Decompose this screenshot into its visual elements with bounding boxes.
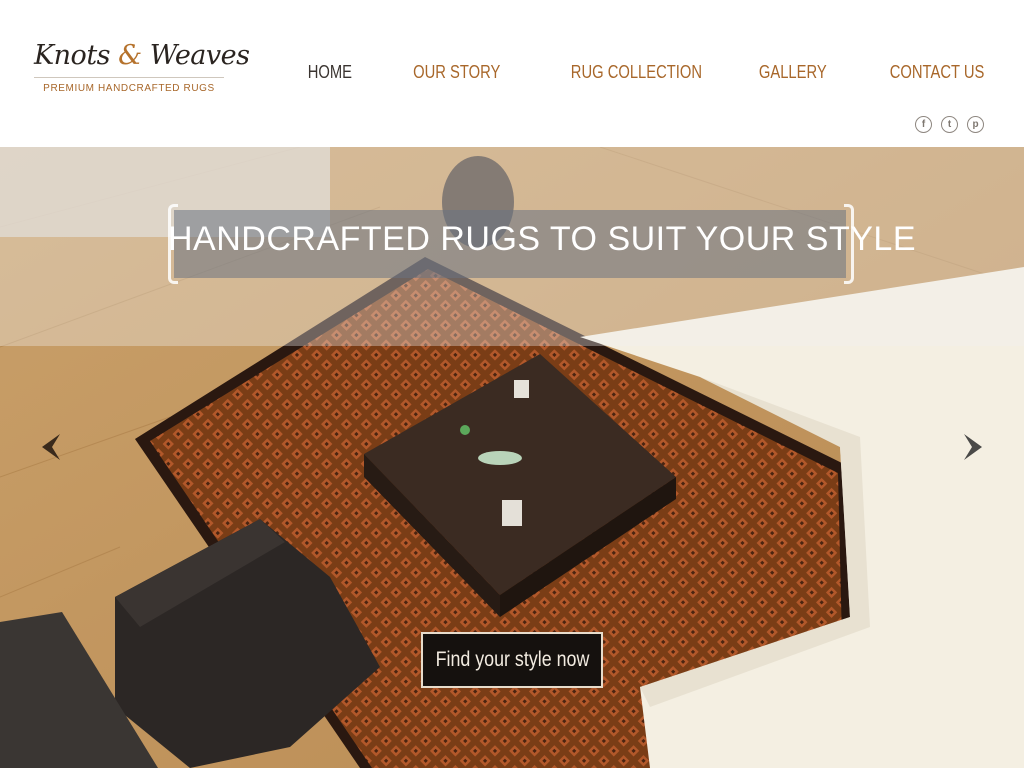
logo-wordmark: Knots & Weaves	[34, 40, 250, 71]
facebook-icon[interactable]: f	[915, 116, 932, 133]
table-ornament	[478, 451, 522, 465]
table-leaf	[460, 425, 470, 435]
nav-item-our-story[interactable]: OUR STORY	[413, 62, 500, 83]
nav-item-rug-collection[interactable]: RUG COLLECTION	[571, 62, 702, 83]
site-header: Knots & Weaves PREMIUM HANDCRAFTED RUGS …	[0, 0, 1024, 147]
logo-tagline: PREMIUM HANDCRAFTED RUGS	[43, 83, 215, 94]
main-nav: HOME OUR STORY RUG COLLECTION GALLERY CO…	[256, 62, 984, 83]
twitter-icon[interactable]: t	[941, 116, 958, 133]
logo-name-part2: Weaves	[149, 40, 250, 71]
hero-headline: HANDCRAFTED RUGS TO SUIT YOUR STYLE	[168, 204, 917, 284]
find-your-style-button[interactable]: Find your style now	[421, 632, 603, 688]
headline-text: HANDCRAFTED RUGS TO SUIT YOUR STYLE	[168, 220, 917, 258]
table-planter	[502, 500, 522, 526]
pinterest-icon[interactable]: p	[967, 116, 984, 133]
slider-prev-arrow-icon[interactable]	[38, 432, 66, 462]
cta-label: Find your style now	[435, 648, 589, 671]
logo-ampersand: &	[118, 40, 142, 71]
nav-item-contact-us[interactable]: CONTACT US	[889, 62, 984, 83]
table-planter-small	[514, 380, 529, 398]
hero-slider: HANDCRAFTED RUGS TO SUIT YOUR STYLE Find…	[0, 147, 1024, 768]
logo-name-part1: Knots	[34, 40, 111, 71]
nav-item-home[interactable]: HOME	[307, 62, 351, 83]
social-links: f t p	[915, 116, 984, 133]
logo-divider	[34, 77, 224, 78]
slider-next-arrow-icon[interactable]	[958, 432, 986, 462]
nav-item-gallery[interactable]: GALLERY	[759, 62, 827, 83]
logo[interactable]: Knots & Weaves PREMIUM HANDCRAFTED RUGS	[34, 40, 250, 94]
